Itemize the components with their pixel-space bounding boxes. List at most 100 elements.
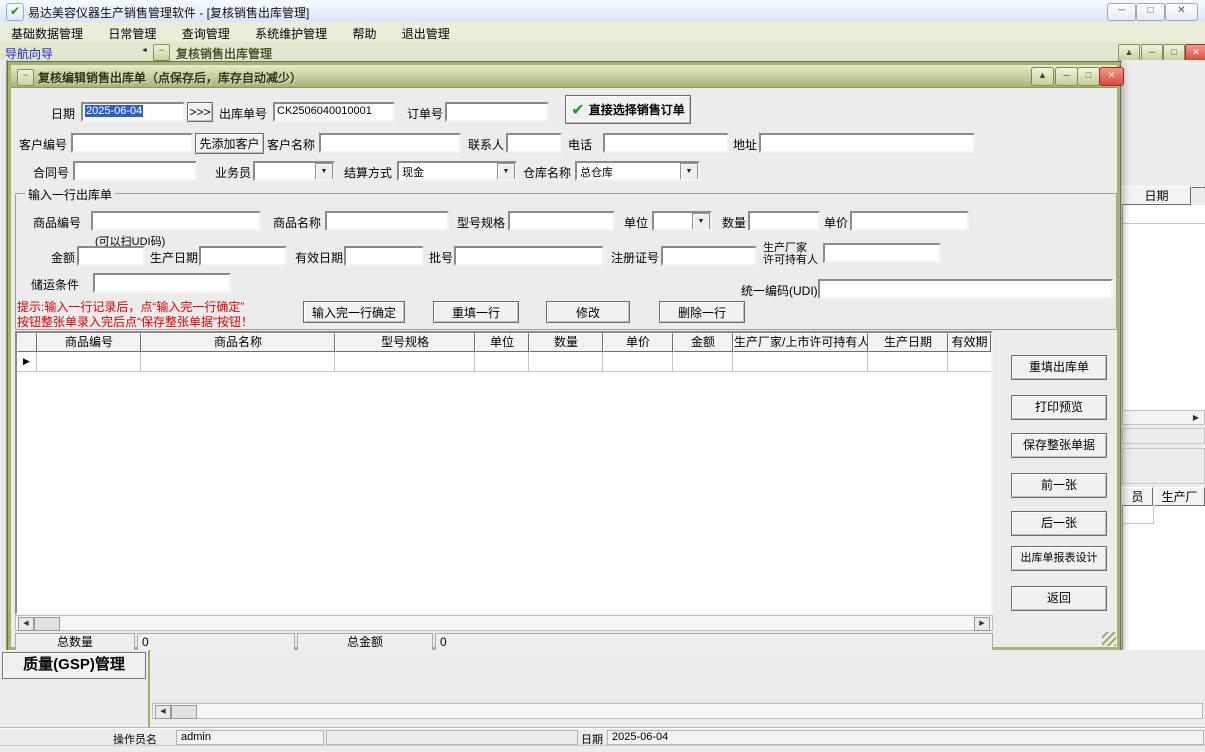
contract-field[interactable]: [73, 161, 197, 181]
dialog-minimize-icon[interactable]: −: [17, 69, 34, 86]
child-minimize-icon[interactable]: −: [153, 44, 170, 61]
scroll-left-icon[interactable]: ◀: [155, 705, 171, 719]
customer-name-field[interactable]: [319, 133, 461, 153]
dialog-collapse-button[interactable]: ▲: [1031, 67, 1054, 86]
entry-hint-line2: 按钮整张单录入完后点“保存整张单据”按钮！: [17, 313, 253, 330]
date-more-button[interactable]: >>>: [187, 102, 213, 122]
add-customer-button[interactable]: 先添加客户: [195, 133, 264, 154]
grid-header-spec: 型号规格: [335, 333, 475, 352]
total-qty-value: 0: [137, 633, 295, 651]
salesman-label: 业务员: [215, 164, 251, 181]
print-preview-button[interactable]: 打印预览: [1011, 395, 1107, 420]
prod-date-field[interactable]: [199, 246, 287, 266]
batch-field[interactable]: [454, 246, 604, 266]
product-no-field[interactable]: [91, 211, 261, 231]
phone-field[interactable]: [603, 133, 729, 153]
amount-field[interactable]: [77, 246, 145, 266]
app-window: ✔ 易达美容仪器生产销售管理软件 - [复核销售出库管理] ─ □ ✕ 基础数据…: [0, 0, 1205, 752]
bg-grid-hscrollbar[interactable]: ▶: [1122, 410, 1205, 425]
bg-column-header-partial-2: 生产厂: [1154, 487, 1205, 506]
window-close-button[interactable]: ✕: [1165, 3, 1198, 21]
warehouse-combo[interactable]: 总仓库▼: [575, 161, 700, 181]
status-spacer-panel: [326, 730, 578, 745]
dialog-close-button[interactable]: ✕: [1099, 67, 1124, 86]
menu-item-query[interactable]: 查询管理: [171, 22, 241, 42]
save-whole-doc-button[interactable]: 保存整张单据: [1011, 433, 1107, 458]
price-field[interactable]: [850, 211, 969, 231]
scroll-left-icon[interactable]: ◀: [18, 617, 34, 631]
dropdown-arrow-icon[interactable]: ▼: [680, 163, 698, 181]
product-name-field[interactable]: [325, 211, 449, 231]
dropdown-arrow-icon[interactable]: ▼: [497, 163, 515, 181]
bg-column-header-date: 日期: [1122, 186, 1191, 205]
batch-label: 批号: [429, 249, 453, 266]
customer-no-field[interactable]: [71, 133, 193, 153]
dialog-maximize-button[interactable]: □: [1077, 67, 1100, 86]
dialog-title: 复核编辑销售出库单（点保存后，库存自动减少）: [38, 69, 302, 86]
storage-field[interactable]: [93, 273, 231, 293]
grid-header-prod-date: 生产日期: [868, 333, 948, 352]
dialog-minimize-button[interactable]: ─: [1055, 67, 1078, 86]
contact-field[interactable]: [506, 133, 562, 153]
product-name-label: 商品名称: [273, 214, 321, 231]
bg-scroll-right-icon[interactable]: ▶: [1190, 411, 1202, 424]
menu-item-daily[interactable]: 日常管理: [97, 22, 167, 42]
return-button[interactable]: 返回: [1011, 586, 1107, 611]
grid-empty-row[interactable]: ▶: [17, 352, 991, 372]
grid-header-price: 单价: [603, 333, 673, 352]
spec-field[interactable]: [508, 211, 615, 231]
bottom-workspace: ◀: [150, 650, 1205, 728]
qty-field[interactable]: [748, 211, 820, 231]
next-doc-button[interactable]: 后一张: [1011, 511, 1107, 536]
grid-header-qty: 数量: [529, 333, 603, 352]
outbound-no-field[interactable]: CK2506040010001: [273, 102, 395, 122]
grid-hscrollbar[interactable]: ◀ ▶: [15, 615, 993, 631]
window-title: 易达美容仪器生产销售管理软件 - [复核销售出库管理]: [28, 4, 309, 21]
date-field[interactable]: 2025-06-04: [81, 102, 185, 122]
date-label: 日期: [51, 105, 75, 122]
grid-header-row: 商品编号 商品名称 型号规格 单位 数量 单价 金额 生产厂家/上市许可持有人 …: [17, 333, 991, 352]
select-sales-order-button[interactable]: ✔ 直接选择销售订单: [565, 95, 691, 124]
maker-field[interactable]: [823, 243, 941, 263]
unit-combo[interactable]: ▼: [652, 211, 712, 231]
settlement-combo[interactable]: 现金▼: [397, 161, 517, 181]
salesman-combo[interactable]: ▼: [253, 161, 335, 181]
maker-label: 生产厂家许可持有人: [763, 242, 818, 266]
regno-field[interactable]: [661, 246, 757, 266]
product-no-label: 商品编号: [33, 214, 81, 231]
sidebar-item-gsp[interactable]: 质量(GSP)管理: [2, 652, 146, 679]
prev-doc-button[interactable]: 前一张: [1011, 473, 1107, 498]
scrollbar-thumb[interactable]: [171, 705, 197, 719]
dropdown-arrow-icon[interactable]: ▼: [315, 163, 333, 181]
dialog-resize-grip[interactable]: [1102, 632, 1116, 646]
refill-line-button[interactable]: 重填一行: [433, 301, 519, 323]
report-design-button[interactable]: 出库单报表设计: [1011, 546, 1107, 571]
confirm-line-button[interactable]: 输入完一行确定: [303, 301, 405, 323]
dropdown-arrow-icon[interactable]: ▼: [692, 213, 710, 231]
refill-outbound-button[interactable]: 重填出库单: [1011, 355, 1107, 380]
status-bar: 操作员名 admin 日期 2025-06-04: [0, 728, 1205, 746]
udi-field[interactable]: [818, 279, 1113, 299]
scroll-right-icon[interactable]: ▶: [974, 617, 990, 631]
modify-button[interactable]: 修改: [546, 301, 630, 323]
date-value: 2025-06-04: [85, 105, 143, 117]
menu-bar: 基础数据管理 日常管理 查询管理 系统维护管理 帮助 退出管理: [0, 22, 1205, 43]
valid-date-field[interactable]: [344, 246, 424, 266]
menu-item-base-data[interactable]: 基础数据管理: [0, 22, 94, 42]
delete-line-button[interactable]: 删除一行: [659, 301, 745, 323]
order-no-field[interactable]: [445, 102, 549, 122]
address-field[interactable]: [759, 133, 975, 153]
menu-item-system-maintenance[interactable]: 系统维护管理: [244, 22, 338, 42]
window-restore-button[interactable]: □: [1136, 3, 1165, 21]
scrollbar-thumb[interactable]: [34, 617, 60, 631]
operator-value: admin: [176, 730, 324, 745]
menu-item-help[interactable]: 帮助: [341, 22, 387, 42]
workspace-hscrollbar[interactable]: ◀: [152, 703, 1203, 719]
window-minimize-button[interactable]: ─: [1107, 3, 1136, 21]
outbound-review-dialog: − 复核编辑销售出库单（点保存后，库存自动减少） ▲ ─ □ ✕ 日期 2025…: [8, 62, 1120, 650]
grid-header-maker: 生产厂家/上市许可持有人: [733, 333, 868, 352]
grid-header-valid-date: 有效期: [948, 333, 991, 352]
menu-item-exit[interactable]: 退出管理: [391, 22, 461, 42]
nav-collapse-icon[interactable]: ◄: [141, 47, 148, 54]
outbound-items-grid: 商品编号 商品名称 型号规格 单位 数量 单价 金额 生产厂家/上市许可持有人 …: [15, 331, 993, 615]
